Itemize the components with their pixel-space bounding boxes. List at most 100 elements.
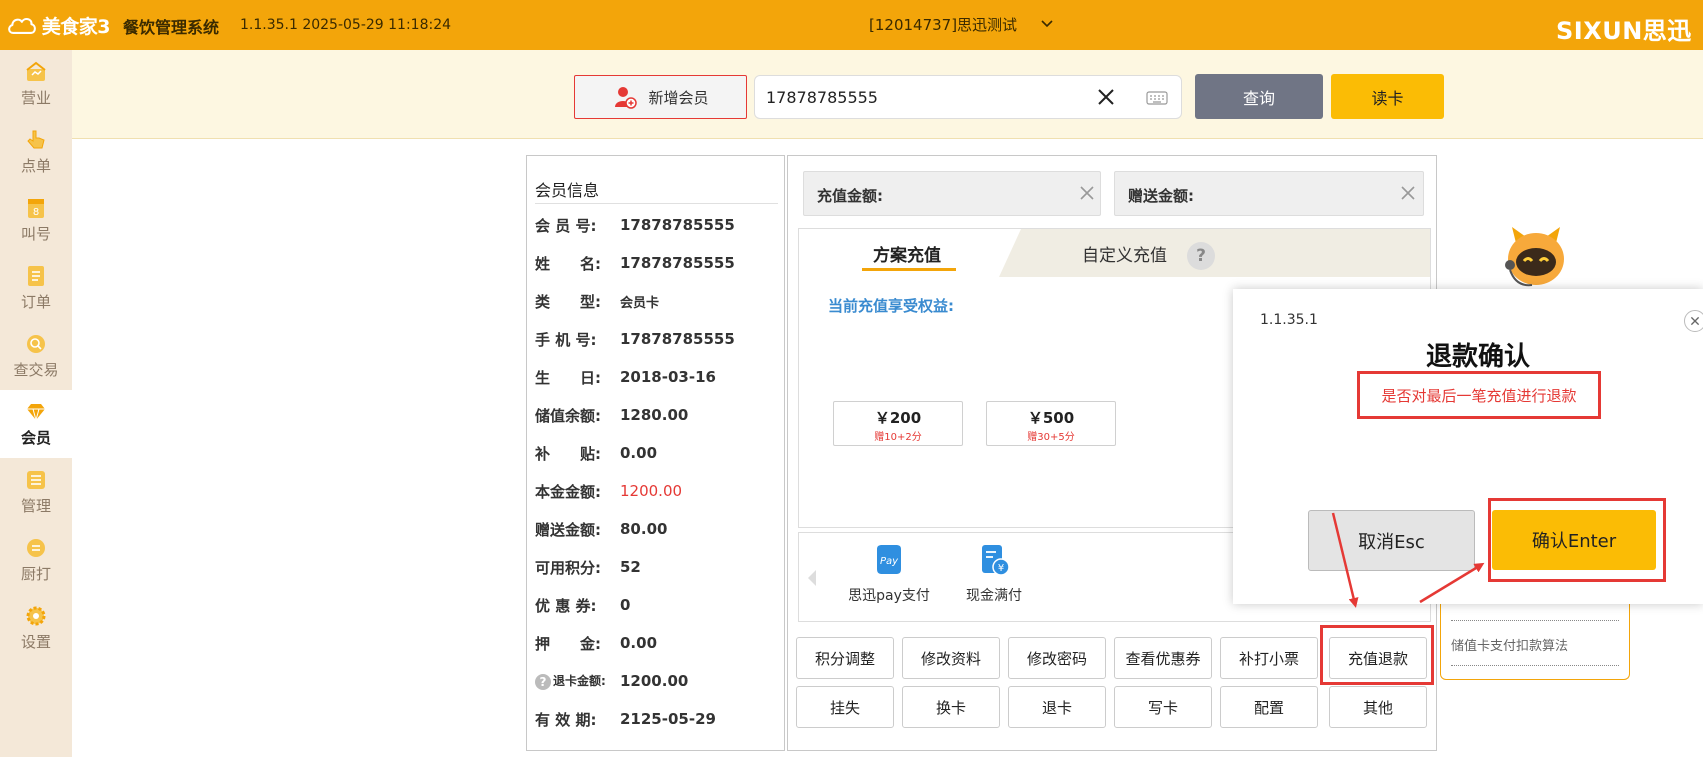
info-value: 17878785555: [620, 254, 735, 272]
tab-plan-label[interactable]: 方案充值: [873, 241, 941, 266]
plan-bonus: 赠30+5分: [1027, 432, 1075, 443]
info-label: 生 日:: [535, 368, 601, 387]
write-card-button[interactable]: 写卡: [1114, 686, 1212, 728]
info-label: 手 机 号:: [535, 330, 597, 349]
add-member-label: 新增会员: [648, 88, 709, 107]
recharge-amount-field[interactable]: 充值金额:: [803, 171, 1101, 216]
sidebar-item-kitchen-print[interactable]: 厨打: [0, 526, 72, 594]
member-row-subsidy: 补 贴: 0.00: [535, 441, 657, 465]
clear-icon[interactable]: [1094, 85, 1118, 109]
refund-card-label: 退卡金额:: [553, 674, 606, 689]
sidebar-item-label: 会员: [20, 429, 51, 447]
info-label: 押 金:: [535, 634, 601, 653]
recharge-refund-button[interactable]: 充值退款: [1329, 637, 1427, 679]
dialog-title: 退款确认: [1425, 342, 1530, 372]
view-coupons-button[interactable]: 查看优惠券: [1114, 637, 1212, 679]
change-password-button[interactable]: 修改密码: [1008, 637, 1106, 679]
tip-text[interactable]: 储值卡支付扣款算法: [1451, 635, 1568, 654]
member-row-type: 类 型: 会员卡: [535, 289, 659, 313]
reprint-receipt-button[interactable]: 补打小票: [1220, 637, 1318, 679]
info-label: 可用积分:: [535, 558, 601, 577]
pay-icon: Pay: [877, 545, 901, 574]
plan-price: ￥500: [1027, 409, 1075, 427]
sidebar-item-label: 营业: [20, 89, 51, 107]
info-label: ? 退卡金额:: [535, 672, 620, 690]
tab-strip: 方案充值 自定义充值 ?: [799, 229, 1430, 277]
sidebar-item-settings[interactable]: 设置: [0, 594, 72, 662]
sidebar-item-member[interactable]: 会员: [0, 390, 72, 458]
info-label: 类 型:: [535, 292, 601, 311]
chevron-down-icon[interactable]: [1038, 15, 1056, 33]
pay-method-cash[interactable]: ¥ 现金满付: [944, 543, 1044, 605]
confirm-button[interactable]: 确认Enter: [1492, 510, 1656, 570]
sidebar-item-label: 叫号: [20, 225, 51, 243]
keyboard-icon[interactable]: [1146, 89, 1168, 107]
info-value: 2125-05-29: [620, 710, 716, 728]
info-value: 1280.00: [620, 406, 689, 424]
cloud-logo-icon: [8, 17, 36, 34]
member-row-principal: 本金金额: 1200.00: [535, 479, 682, 503]
edit-profile-button[interactable]: 修改资料: [902, 637, 1000, 679]
search-coin-icon: [23, 332, 49, 356]
member-row-expiry: 有 效 期: 2125-05-29: [535, 707, 716, 731]
config-button[interactable]: 配置: [1220, 686, 1318, 728]
dotted-divider: [1451, 620, 1619, 621]
sidebar-item-management[interactable]: 管理: [0, 458, 72, 526]
clear-icon[interactable]: [1399, 184, 1417, 202]
gift-amount-field[interactable]: 赠送金额:: [1114, 171, 1424, 216]
query-button[interactable]: 查询: [1195, 74, 1323, 119]
info-label: 本金金额:: [535, 482, 601, 501]
sidebar-item-label: 厨打: [20, 565, 51, 583]
store-selector[interactable]: [12014737]思迅测试: [869, 14, 1017, 35]
other-button[interactable]: 其他: [1329, 686, 1427, 728]
sidebar-item-call-number[interactable]: 8 叫号: [0, 186, 72, 254]
plan-card[interactable]: ￥500 赠30+5分: [986, 401, 1116, 446]
member-info-panel: 会员信息 会 员 号: 17878785555 姓 名: 17878785555…: [526, 155, 785, 751]
gear-icon: [23, 604, 49, 628]
clear-icon[interactable]: [1078, 184, 1096, 202]
close-icon[interactable]: [1684, 310, 1703, 332]
info-value: 1200.00: [620, 482, 683, 500]
dialog-question: 是否对最后一笔充值进行退款: [1357, 371, 1601, 419]
sidebar-item-label: 管理: [20, 497, 51, 515]
sidebar-item-order[interactable]: 点单: [0, 118, 72, 186]
sidebar-item-transactions[interactable]: 查交易: [0, 322, 72, 390]
tab-slant: [999, 229, 1021, 277]
divider: [535, 203, 778, 204]
add-user-icon: [615, 87, 638, 109]
info-value: 52: [620, 558, 641, 576]
return-card-button[interactable]: 退卡: [1008, 686, 1106, 728]
svg-text:¥: ¥: [998, 563, 1004, 574]
help-icon[interactable]: ?: [535, 673, 551, 690]
points-adjust-button[interactable]: 积分调整: [796, 637, 894, 679]
info-value: 2018-03-16: [620, 368, 716, 386]
sidebar-item-orders[interactable]: 订单: [0, 254, 72, 322]
plan-price: ￥200: [874, 409, 922, 427]
chevron-left-icon[interactable]: [805, 568, 819, 588]
shop-icon: [23, 60, 49, 84]
info-value: 0.00: [620, 634, 658, 652]
info-label: 补 贴:: [535, 444, 601, 463]
member-search-input[interactable]: 17878785555: [754, 75, 1182, 119]
tab-custom-recharge[interactable]: 自定义充值: [1082, 241, 1167, 266]
member-row-number: 会 员 号: 17878785555: [535, 213, 735, 237]
add-member-button[interactable]: 新增会员: [574, 75, 747, 119]
sidebar-item-business[interactable]: 营业: [0, 50, 72, 118]
member-row-balance: 储值余额: 1280.00: [535, 403, 688, 427]
member-row-deposit: 押 金: 0.00: [535, 631, 657, 655]
info-value: 17878785555: [620, 330, 735, 348]
replace-card-button[interactable]: 换卡: [902, 686, 1000, 728]
member-row-birthday: 生 日: 2018-03-16: [535, 365, 716, 389]
member-row-refund-card: ? 退卡金额: 1200.00: [535, 669, 688, 693]
recharge-amount-label: 充值金额:: [817, 187, 883, 205]
info-value: 80.00: [620, 520, 668, 538]
pay-method-sixunpay[interactable]: Pay 思迅pay支付: [839, 543, 939, 605]
cancel-button[interactable]: 取消Esc: [1308, 510, 1475, 571]
plan-card[interactable]: ￥200 赠10+2分: [833, 401, 963, 446]
info-label: 储值余额:: [535, 406, 601, 425]
read-card-button[interactable]: 读卡: [1331, 74, 1444, 119]
search-input-value[interactable]: 17878785555: [766, 88, 878, 107]
info-value: 0: [620, 596, 631, 614]
report-loss-button[interactable]: 挂失: [796, 686, 894, 728]
help-icon[interactable]: ?: [1187, 242, 1215, 270]
